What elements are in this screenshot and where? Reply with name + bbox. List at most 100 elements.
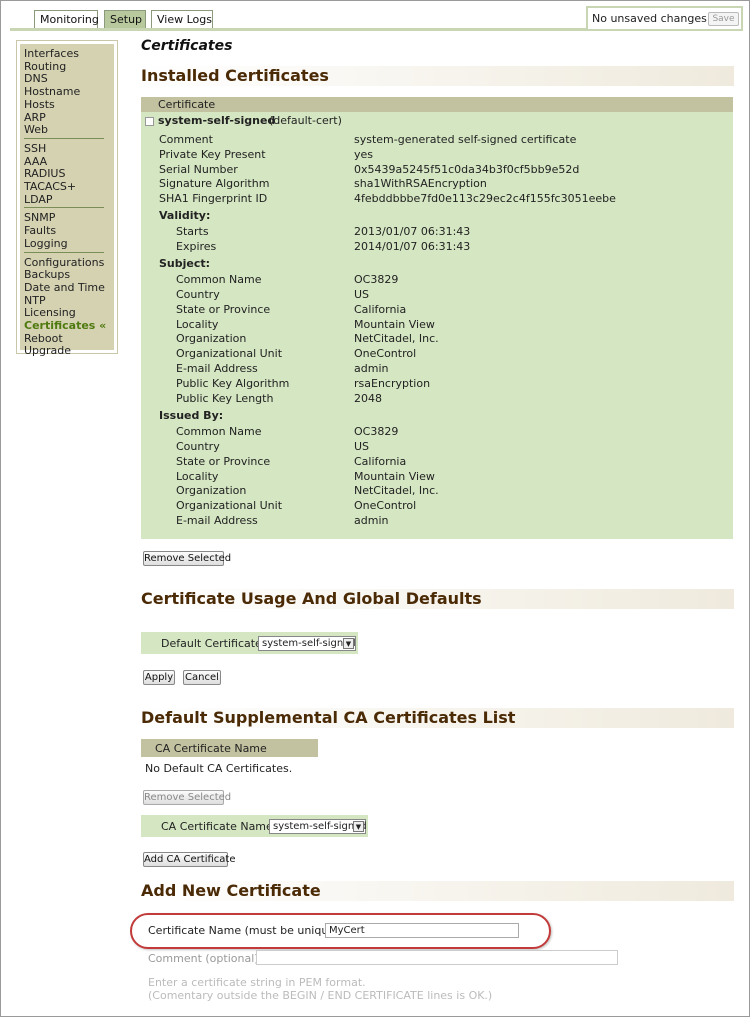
- sidebar-item-configurations[interactable]: Configurations: [24, 256, 104, 269]
- ca-certificate-row: CA Certificate Name system-self-signed ▼: [141, 815, 368, 837]
- unsaved-status: No unsaved changes: [592, 12, 707, 25]
- tab-setup[interactable]: Setup: [104, 10, 146, 29]
- subject-field-label: Public Key Algorithm: [176, 376, 290, 390]
- default-certificate-row: Default Certificate system-self-signed ▼: [141, 632, 358, 654]
- subject-field-value: rsaEncryption: [354, 376, 431, 390]
- sidebar-divider: [24, 251, 104, 253]
- default-certificate-select[interactable]: system-self-signed ▼: [258, 636, 356, 651]
- subject-field-value: NetCitadel, Inc.: [354, 332, 439, 346]
- remove-selected-cert-button[interactable]: Remove Selected: [143, 551, 231, 566]
- group-label: Issued By:: [159, 409, 224, 423]
- pem-hint-line-1: Enter a certificate string in PEM format…: [148, 976, 366, 989]
- issuer-field-value: US: [354, 440, 370, 453]
- no-ca-certificates-text: No Default CA Certificates.: [145, 762, 293, 775]
- issuer-field-value: OneControl: [354, 499, 417, 513]
- sidebar-item-hostname[interactable]: Hostname: [24, 85, 80, 98]
- sidebar-item-radius[interactable]: RADIUS: [24, 167, 65, 180]
- sidebar-item-tacacs[interactable]: TACACS+: [24, 180, 76, 193]
- issuer-field-label: Organizational Unit: [176, 499, 283, 513]
- certificate-select-checkbox[interactable]: [145, 117, 154, 126]
- sidebar-nav-list: Interfaces Routing DNS Hostname Hosts ARP Web S…: [20, 44, 114, 357]
- sidebar-item-interfaces[interactable]: Interfaces: [24, 47, 79, 60]
- cert-field-value: sha1WithRSAEncryption: [354, 177, 487, 191]
- cert-field-value: 0x5439a5245f51c0da34b3f0cf5bb9e52d: [354, 162, 580, 176]
- certificate-column-header: Certificate: [141, 97, 733, 112]
- subject-field-value: California: [354, 302, 407, 316]
- sidebar-item-certificates[interactable]: Certificates «: [24, 319, 106, 332]
- sidebar-item-arp[interactable]: ARP: [24, 111, 46, 124]
- default-certificate-label: Default Certificate: [161, 637, 262, 650]
- sidebar-item-ldap[interactable]: LDAP: [24, 193, 53, 206]
- subject-field-value: Mountain View: [354, 317, 435, 331]
- sidebar-item-upgrade[interactable]: Upgrade: [24, 344, 71, 357]
- status-panel: No unsaved changes Save: [586, 6, 743, 31]
- certificate-name-input[interactable]: MyCert: [325, 923, 519, 938]
- subject-field-value: admin: [354, 362, 389, 375]
- subject-field-label: Organization: [176, 332, 247, 346]
- certificate-name: system-self-signed: [158, 114, 276, 127]
- issuer-field-label: Country: [176, 440, 220, 453]
- validity-field-label: Starts: [176, 224, 209, 238]
- cancel-button[interactable]: Cancel: [183, 670, 221, 685]
- sidebar-item-backups[interactable]: Backups: [24, 268, 70, 281]
- issuer-field-label: Common Name: [176, 425, 262, 439]
- sidebar-item-reboot[interactable]: Reboot: [24, 332, 63, 345]
- group-label: Subject:: [159, 257, 211, 271]
- issuer-field-label: Organization: [176, 484, 247, 498]
- issuer-field-label: E-mail Address: [176, 514, 258, 527]
- cert-field-value: yes: [354, 147, 374, 161]
- installed-heading-text: Installed Certificates: [141, 66, 329, 85]
- sidebar-item-ntp[interactable]: NTP: [24, 294, 46, 307]
- validity-field-label: Expires: [176, 239, 217, 253]
- issuer-field-label: State or Province: [176, 454, 271, 468]
- issuer-field-label: Locality: [176, 469, 219, 483]
- sidebar-nav: Interfaces Routing DNS Hostname Hosts ARP Web S…: [16, 40, 118, 357]
- tab-monitoring[interactable]: Monitoring: [34, 10, 99, 29]
- sidebar-item-dns[interactable]: DNS: [24, 72, 48, 85]
- page-title: Certificates: [141, 38, 233, 54]
- cert-field-value: system-generated self-signed certificate: [354, 133, 577, 146]
- comment-label: Comment (optional):: [148, 952, 263, 965]
- usage-heading: Certificate Usage And Global Defaults: [141, 589, 734, 609]
- cert-field-label: Serial Number: [159, 162, 238, 176]
- certificate-name-value: MyCert: [329, 925, 365, 936]
- sidebar-item-faults[interactable]: Faults: [24, 224, 56, 237]
- issuer-field-value: NetCitadel, Inc.: [354, 484, 439, 498]
- cert-field-label: Comment: [159, 133, 213, 146]
- sidebar-item-licensing[interactable]: Licensing: [24, 306, 76, 319]
- certificate-default-tag: (default-cert): [269, 114, 342, 127]
- sidebar-item-date-and-time[interactable]: Date and Time: [24, 281, 105, 294]
- sidebar-item-logging[interactable]: Logging: [24, 237, 68, 250]
- sidebar-item-aaa[interactable]: AAA: [24, 155, 47, 168]
- add-ca-certificate-button[interactable]: Add CA Certificate: [143, 852, 235, 867]
- validity-field-value: 2013/01/07 06:31:43: [354, 224, 471, 238]
- subject-field-value: OC3829: [354, 273, 399, 287]
- subject-field-label: State or Province: [176, 302, 271, 316]
- sidebar-item-web[interactable]: Web: [24, 123, 48, 136]
- apply-button[interactable]: Apply: [143, 670, 175, 685]
- sidebar-item-ssh[interactable]: SSH: [24, 142, 46, 155]
- pem-hint-line-2: (Comentary outside the BEGIN / END CERTI…: [148, 989, 493, 1002]
- sidebar-divider: [24, 137, 104, 139]
- subject-field-value: US: [354, 288, 370, 301]
- comment-input[interactable]: [256, 950, 618, 965]
- certificate-column-label: Certificate: [158, 98, 216, 111]
- add-new-certificate-heading: Add New Certificate: [141, 881, 734, 901]
- supplemental-ca-heading: Default Supplemental CA Certificates Lis…: [141, 708, 734, 728]
- remove-selected-ca-button[interactable]: Remove Selected: [143, 790, 231, 805]
- usage-heading-text: Certificate Usage And Global Defaults: [141, 589, 482, 608]
- sidebar-item-snmp[interactable]: SNMP: [24, 211, 55, 224]
- sidebar-item-hosts[interactable]: Hosts: [24, 98, 55, 111]
- subject-field-label: Common Name: [176, 273, 262, 287]
- installed-certificates-panel: Certificate system-self-signed (default-…: [141, 97, 733, 539]
- save-button[interactable]: Save: [708, 12, 739, 26]
- cert-field-label: Signature Algorithm: [159, 177, 270, 191]
- group-label: Validity:: [159, 209, 211, 222]
- tab-view-logs[interactable]: View Logs: [151, 10, 213, 29]
- sidebar-item-routing[interactable]: Routing: [24, 60, 66, 73]
- validity-field-value: 2014/01/07 06:31:43: [354, 239, 471, 253]
- installed-certificates-heading: Installed Certificates: [141, 66, 734, 86]
- ca-certificate-select[interactable]: system-self-signed ▼: [269, 819, 367, 834]
- ca-certificate-column-label: CA Certificate Name: [155, 742, 267, 755]
- cert-field-label: Private Key Present: [159, 147, 266, 161]
